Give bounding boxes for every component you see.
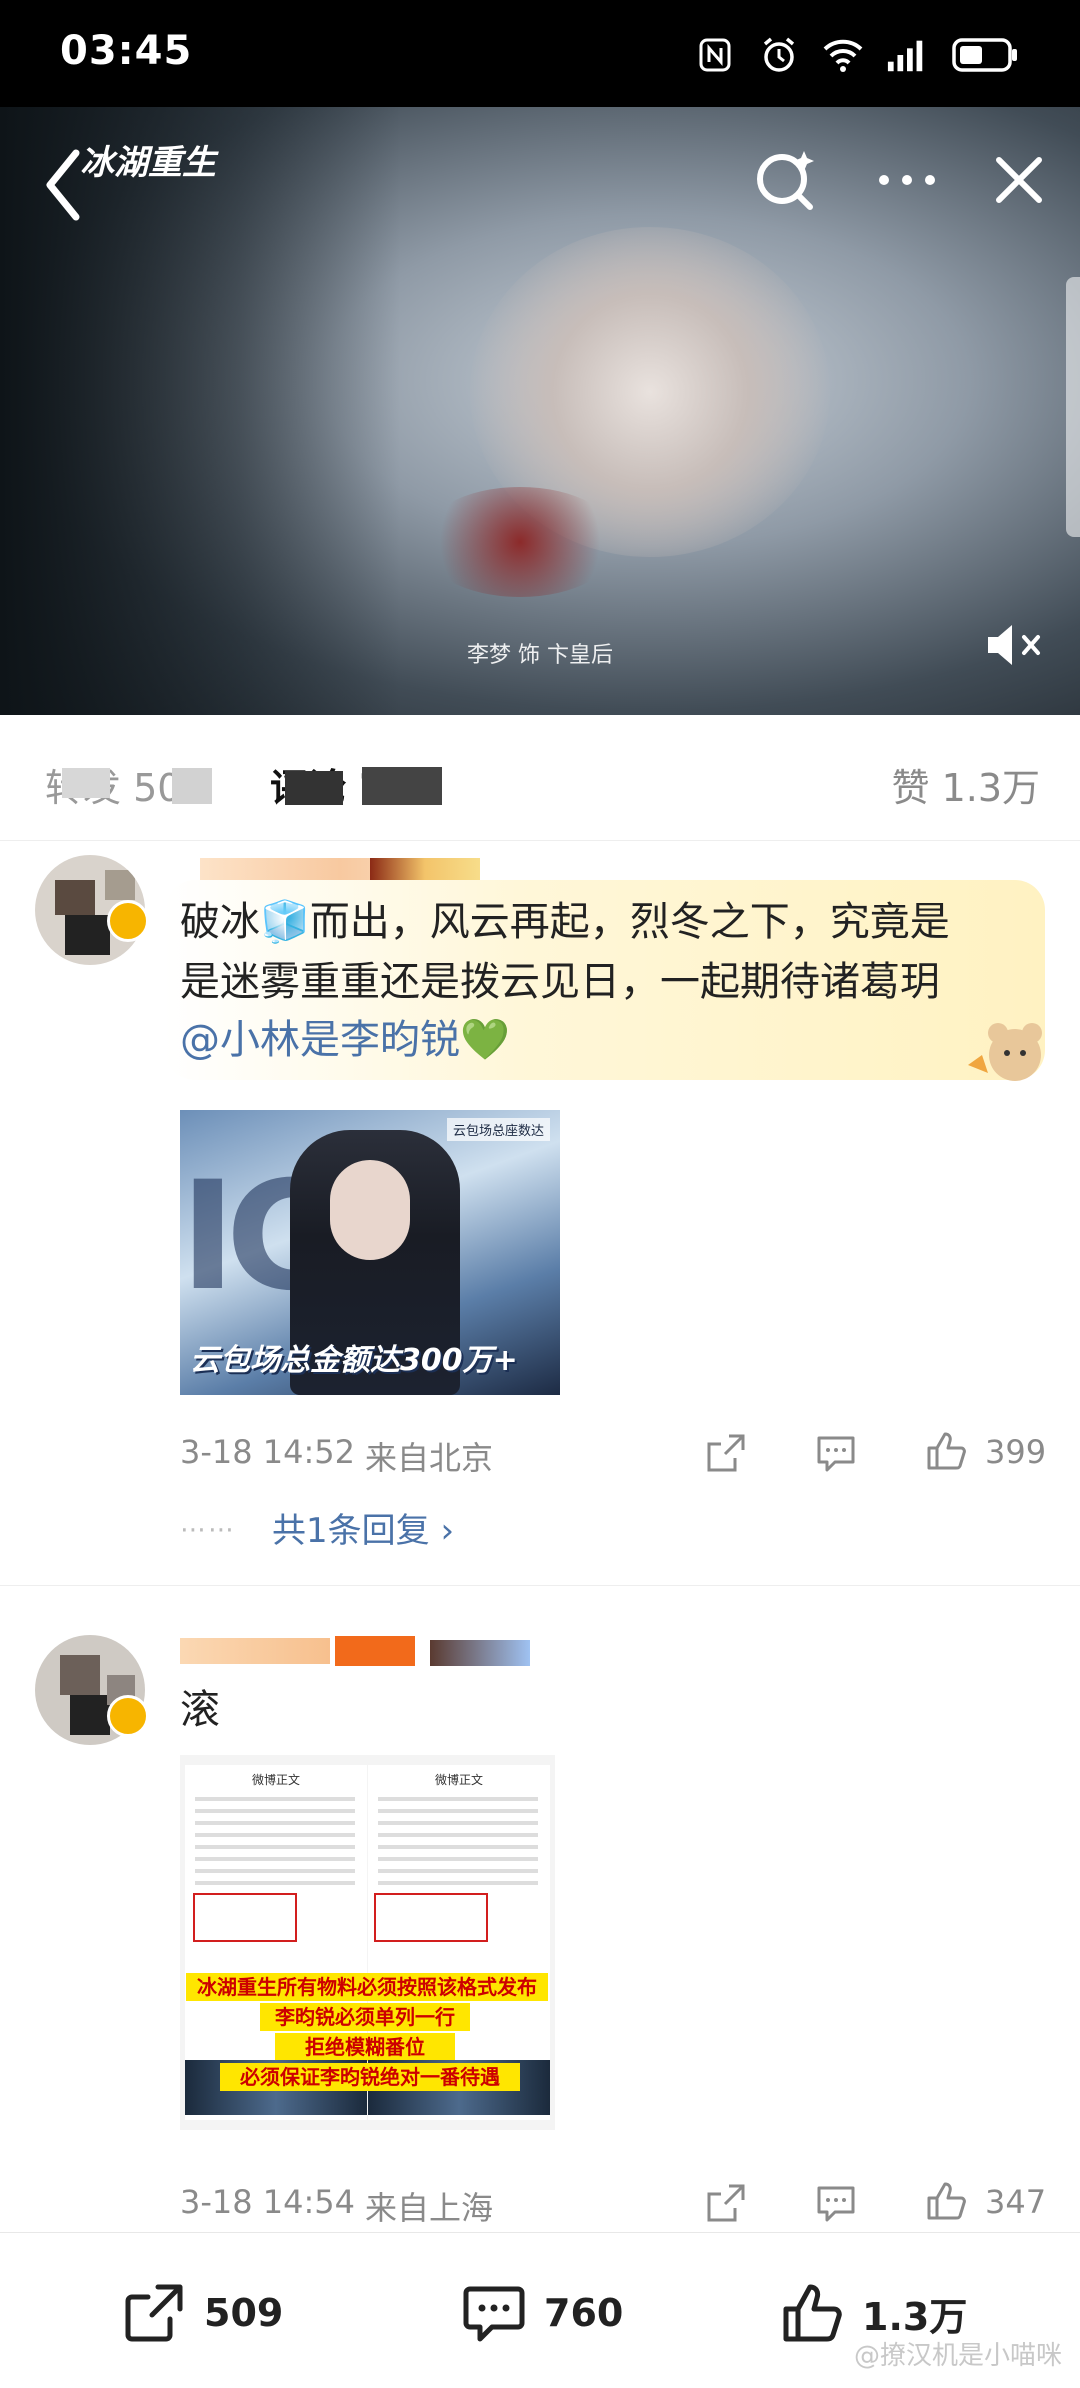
comment-text: 破冰🧊而出，风云再起，烈冬之下，究竟是 (180, 899, 950, 945)
like-icon (783, 2284, 842, 2342)
avatar-pixel (60, 1655, 100, 1695)
avatar-pixel (70, 1695, 110, 1735)
video-player[interactable]: 冰湖重生 李梦 饰 卞皇后 (0, 107, 1080, 715)
like-icon[interactable] (925, 1430, 967, 1472)
comment-icon[interactable] (815, 2182, 857, 2224)
heart-emoji: 💚 (460, 1017, 510, 1063)
like-count: 347 (985, 2183, 1047, 2221)
tab-share-pixelation (62, 768, 110, 798)
tab-like[interactable]: 赞 1.3万 (891, 757, 1040, 812)
view-replies-link[interactable]: 共1条回复 › (272, 1503, 454, 1552)
comment-location: 来自上海 (365, 2189, 494, 2227)
tab-bar: 转发 509 评论 760 赞 1.3万 (0, 715, 1080, 841)
like-count: 1.3万 (862, 2294, 968, 2339)
bear-sticker-icon (968, 1023, 1042, 1081)
battery-icon (950, 34, 1020, 76)
more-icon[interactable] (872, 145, 942, 215)
vip-badge (107, 1695, 149, 1737)
tab-comment-pixelation (285, 771, 343, 805)
image-panel-header: 微博正文 (434, 1773, 483, 1787)
comment-icon[interactable] (815, 1432, 857, 1474)
watermark: @撩汉机是小喵咪 (853, 2341, 1062, 2371)
comment-text-line3: @小林是李昀锐💚 (180, 1010, 510, 1070)
image-highlight-box (374, 1893, 488, 1942)
share-count: 509 (204, 2291, 284, 2335)
image-figure-face (330, 1160, 410, 1260)
username-blurred (335, 1636, 415, 1666)
share-button[interactable]: 509 (122, 2281, 283, 2345)
comment-icon (463, 2286, 525, 2342)
nfc-icon (694, 34, 736, 76)
username-blurred (370, 858, 480, 880)
like-icon[interactable] (925, 2180, 967, 2222)
comment-text: 滚 (180, 1687, 220, 1733)
image-panel-lines (195, 1797, 355, 1887)
comment-divider (0, 1585, 1080, 1586)
image-caption: 冰湖重生所有物料必须按照该格式发布 (186, 1973, 548, 2001)
video-side-handle[interactable] (1066, 277, 1080, 537)
search-sparkle-icon[interactable] (752, 145, 822, 215)
comment-time: 3-18 14:54 (180, 2183, 356, 2221)
video-frame-lips (420, 487, 620, 597)
image-banner: 云包场总金额达300万+ (190, 1343, 518, 1378)
comment-image[interactable]: ICE 云包场总座数达 云包场总金额达300万+ (180, 1110, 560, 1395)
image-panel-lines (378, 1797, 538, 1887)
close-icon[interactable] (984, 145, 1054, 215)
avatar-pixel (55, 880, 95, 915)
image-caption: 拒绝模糊番位 (275, 2033, 455, 2061)
image-highlight-box (193, 1893, 297, 1942)
avatar-pixel (105, 870, 135, 900)
mention-link[interactable]: @小林是李昀锐 (180, 1017, 460, 1063)
status-icons (694, 30, 1020, 80)
share-icon (125, 2284, 183, 2342)
alarm-icon (758, 34, 800, 76)
repost-icon[interactable] (705, 1432, 747, 1474)
image-caption: 必须保证李昀锐绝对一番待遇 (220, 2063, 520, 2091)
comment-button[interactable]: 760 (462, 2281, 623, 2345)
mute-icon[interactable] (982, 617, 1046, 673)
comment-count: 760 (544, 2291, 624, 2335)
username-blurred (430, 1640, 530, 1666)
like-count: 399 (985, 1433, 1047, 1471)
comment-time: 3-18 14:52 (180, 1433, 356, 1471)
wifi-icon (822, 34, 864, 76)
image-caption: 李昀锐必须单列一行 (260, 2003, 470, 2031)
status-time: 03:45 (60, 28, 193, 74)
tab-share-pixelation (172, 768, 212, 804)
video-logo: 冰湖重生 (80, 143, 216, 183)
tab-comment-pixelation (362, 767, 442, 805)
vip-badge (107, 900, 149, 942)
avatar-pixel (65, 915, 110, 955)
comment-text: 是迷雾重重还是拨云见日，一起期待诸葛玥 (180, 959, 940, 1005)
image-panel-header: 微博正文 (251, 1773, 300, 1787)
repost-icon[interactable] (705, 2182, 747, 2224)
comment-image[interactable]: 微博正文 微博正文 冰湖重生所有物料必须按照该格式发布 李昀锐必须单列一行 拒绝… (180, 1755, 555, 2130)
image-tag: 云包场总座数达 (446, 1118, 550, 1141)
signal-icon (886, 34, 928, 76)
video-caption: 李梦 饰 卞皇后 (467, 643, 613, 668)
reply-dots: ⋯⋯ (180, 1515, 236, 1545)
comment-location: 来自北京 (365, 1439, 494, 1477)
status-bar: 03:45 (0, 0, 1080, 107)
username-blurred[interactable] (180, 1638, 330, 1664)
